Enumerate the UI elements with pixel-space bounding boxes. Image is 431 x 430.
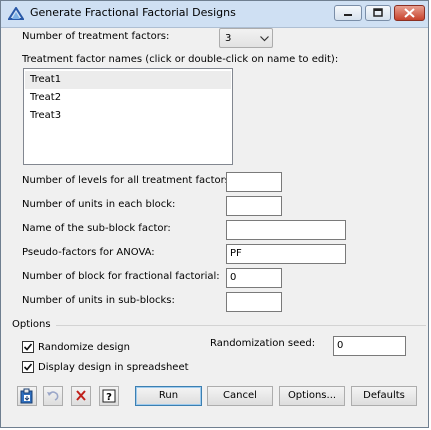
- num-treatment-factors-label: Number of treatment factors:: [22, 31, 170, 42]
- num-block-fractional-field[interactable]: 0: [226, 268, 282, 288]
- num-treatment-factors-select[interactable]: 3: [219, 28, 273, 48]
- options-button[interactable]: Options...: [279, 386, 345, 406]
- options-section-label: Options: [12, 319, 51, 330]
- undo-icon: [47, 391, 59, 401]
- svg-text:?: ?: [106, 392, 112, 403]
- seed-label: Randomization seed:: [210, 338, 316, 349]
- list-item[interactable]: Treat2: [25, 89, 231, 107]
- units-per-block-field[interactable]: [226, 196, 282, 216]
- num-treatment-factors-value: 3: [225, 33, 232, 44]
- randomize-label[interactable]: Randomize design: [38, 342, 130, 353]
- factor-names-label: Treatment factor names (click or double-…: [22, 54, 339, 65]
- randomize-checkbox[interactable]: [22, 341, 34, 353]
- help-button[interactable]: ?: [99, 386, 119, 406]
- num-levels-field[interactable]: [226, 172, 282, 192]
- checkmark-icon: [23, 363, 33, 371]
- seed-field[interactable]: 0: [333, 336, 406, 356]
- options-divider: [56, 325, 426, 326]
- app-icon: [7, 6, 25, 21]
- paste-button[interactable]: [17, 386, 37, 406]
- list-item[interactable]: Treat3: [25, 107, 231, 125]
- dialog-window: Generate Fractional Factorial Designs Nu…: [0, 0, 429, 428]
- units-subblocks-label: Number of units in sub-blocks:: [22, 295, 175, 306]
- subblock-factor-label: Name of the sub-block factor:: [22, 223, 171, 234]
- paste-icon: [20, 388, 33, 404]
- window-title: Generate Fractional Factorial Designs: [30, 6, 236, 19]
- display-spreadsheet-label[interactable]: Display design in spreadsheet: [38, 362, 189, 373]
- num-levels-label: Number of levels for all treatment facto…: [22, 175, 234, 186]
- defaults-button[interactable]: Defaults: [351, 386, 417, 406]
- num-block-fractional-label: Number of block for fractional factorial…: [22, 271, 220, 282]
- list-item[interactable]: Treat1: [25, 71, 231, 89]
- chevron-down-icon: [260, 36, 269, 42]
- cancel-button[interactable]: Cancel: [207, 386, 273, 406]
- title-bar[interactable]: Generate Fractional Factorial Designs: [1, 1, 428, 28]
- factor-names-list[interactable]: Treat1 Treat2 Treat3: [23, 68, 233, 165]
- help-icon: ?: [102, 389, 116, 403]
- minimize-button[interactable]: [334, 5, 362, 21]
- pseudo-factors-label: Pseudo-factors for ANOVA:: [22, 247, 155, 258]
- display-spreadsheet-checkbox[interactable]: [22, 361, 34, 373]
- close-icon: [404, 8, 415, 18]
- subblock-factor-field[interactable]: [226, 220, 346, 240]
- checkmark-icon: [23, 343, 33, 351]
- units-subblocks-field[interactable]: [226, 292, 282, 312]
- undo-button[interactable]: [43, 386, 63, 406]
- clear-icon: [76, 390, 86, 401]
- maximize-button[interactable]: [365, 5, 391, 21]
- maximize-icon: [373, 8, 383, 17]
- pseudo-factors-field[interactable]: PF: [226, 244, 346, 264]
- run-button[interactable]: Run: [135, 386, 202, 406]
- close-button[interactable]: [394, 5, 425, 21]
- clear-button[interactable]: [71, 386, 91, 406]
- units-per-block-label: Number of units in each block:: [22, 199, 176, 210]
- minimize-icon: [344, 14, 352, 16]
